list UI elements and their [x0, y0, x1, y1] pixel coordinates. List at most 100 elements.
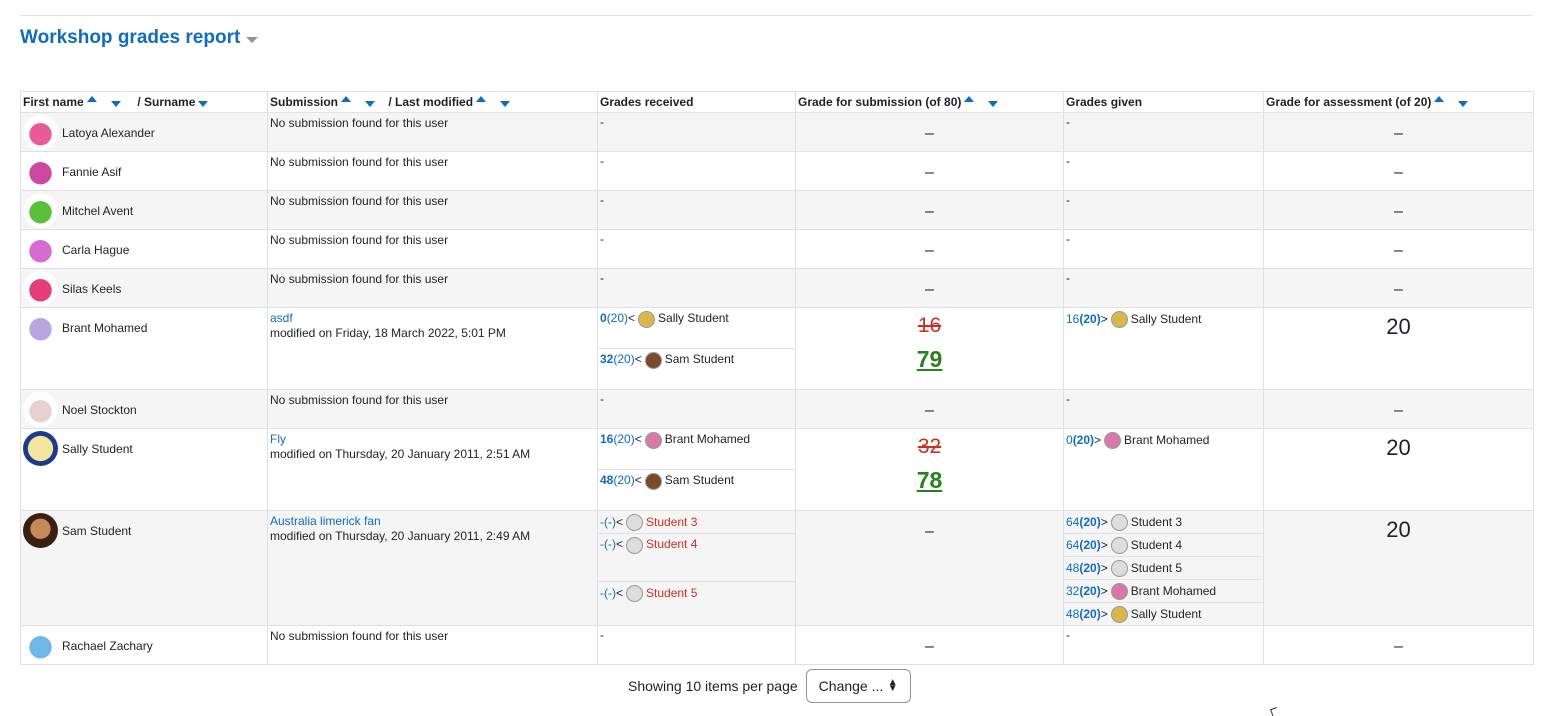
user-name[interactable]: Sally Student: [62, 431, 133, 456]
grade-link[interactable]: 0: [600, 311, 607, 325]
grade-link[interactable]: 64: [1066, 515, 1079, 529]
user-link[interactable]: Sam Student: [665, 473, 734, 487]
user-link[interactable]: Sally Student: [1131, 312, 1202, 326]
sort-desc-icon[interactable]: [198, 101, 209, 107]
submission-cell: No submission found for this user: [267, 229, 598, 269]
grade-link[interactable]: 0: [1066, 433, 1073, 447]
sort-asc-icon[interactable]: [341, 96, 352, 102]
sort-asc-icon[interactable]: [964, 96, 975, 102]
avatar[interactable]: [23, 271, 58, 306]
no-submission-text: No submission found for this user: [270, 629, 449, 643]
sort-asc-icon[interactable]: [1434, 96, 1445, 102]
weight-text: (20): [1079, 538, 1101, 552]
sort-first-name[interactable]: First name: [23, 95, 84, 109]
sort-asc-icon[interactable]: [476, 96, 487, 102]
user-name[interactable]: Sam Student: [62, 513, 131, 538]
received-entry: 48 (20) < Sam Student: [598, 469, 795, 510]
submission-link[interactable]: asdf: [270, 311, 595, 326]
no-submission-text: No submission found for this user: [270, 233, 449, 247]
page-title[interactable]: Workshop grades report: [20, 27, 240, 49]
user-link[interactable]: Brant Mohamed: [665, 432, 750, 446]
user-link[interactable]: Student 4: [1131, 538, 1182, 552]
override-grade[interactable]: 79: [796, 346, 1063, 373]
avatar[interactable]: [23, 193, 58, 228]
sort-surname[interactable]: / Surname: [137, 95, 195, 109]
report-title[interactable]: Workshop grades report: [20, 27, 259, 49]
user-link[interactable]: Brant Mohamed: [1131, 584, 1216, 598]
user-name[interactable]: Rachael Zachary: [62, 628, 153, 653]
user-link[interactable]: Sam Student: [665, 352, 734, 366]
table-row: Fannie Asif No submission found for this …: [20, 151, 1534, 191]
direction-arrow: <: [616, 515, 624, 529]
mouse-cursor-icon: [1270, 707, 1279, 716]
user-block: Silas Keels: [21, 269, 267, 306]
no-submission-text: No submission found for this user: [270, 393, 449, 407]
received-entry: 16 (20) < Brant Mohamed: [598, 429, 795, 469]
sort-grade-assessment[interactable]: Grade for assessment (of 20): [1266, 95, 1431, 109]
avatar[interactable]: [23, 115, 58, 150]
empty-value: -: [600, 628, 604, 642]
empty-value: -: [1066, 115, 1070, 129]
user-cell: Sally Student: [20, 428, 268, 511]
grade-link[interactable]: 16: [1066, 312, 1079, 326]
submission-cell: No submission found for this user: [267, 389, 598, 429]
user-link[interactable]: Brant Mohamed: [1124, 433, 1209, 447]
weight-text: (20): [613, 473, 635, 487]
grade-link[interactable]: 32: [600, 352, 613, 366]
user-name[interactable]: Brant Mohamed: [62, 310, 147, 335]
override-grade[interactable]: 78: [796, 467, 1063, 494]
grade-link[interactable]: 48: [1066, 561, 1079, 575]
user-link[interactable]: Sally Student: [658, 311, 729, 325]
direction-arrow: >: [1094, 433, 1102, 447]
avatar[interactable]: [23, 431, 58, 466]
user-name[interactable]: Mitchel Avent: [62, 193, 133, 218]
grade-link[interactable]: 16: [600, 432, 613, 446]
avatar[interactable]: [23, 310, 58, 345]
submission-link[interactable]: Australia limerick fan: [270, 514, 595, 529]
user-link[interactable]: Student 5: [1131, 561, 1182, 575]
grade-assessment-cell: –: [1263, 625, 1534, 665]
avatar[interactable]: [23, 392, 58, 427]
sort-desc-icon[interactable]: [500, 101, 511, 107]
avatar[interactable]: [23, 513, 58, 548]
user-link[interactable]: Student 5: [646, 586, 697, 600]
grade-link[interactable]: 32: [1066, 584, 1079, 598]
direction-arrow: <: [616, 586, 624, 600]
user-name[interactable]: Silas Keels: [62, 271, 121, 296]
user-name[interactable]: Carla Hague: [62, 232, 129, 257]
submission-cell: No submission found for this user: [267, 151, 598, 191]
empty-value: -: [1066, 193, 1070, 207]
avatar[interactable]: [23, 154, 58, 189]
grades-received-cell: -: [597, 112, 796, 152]
no-submission-text: No submission found for this user: [270, 272, 449, 286]
sort-desc-icon[interactable]: [110, 101, 121, 107]
user-avatar-icon: [638, 311, 656, 328]
grade-link[interactable]: 64: [1066, 538, 1079, 552]
collapse-caret-icon[interactable]: [246, 36, 259, 43]
user-link[interactable]: Sally Student: [1131, 607, 1202, 621]
direction-arrow: >: [1100, 561, 1108, 575]
user-link[interactable]: Student 4: [646, 537, 697, 551]
user-link[interactable]: Student 3: [1131, 515, 1182, 529]
sort-last-modified[interactable]: / Last modified: [388, 95, 473, 109]
sort-desc-icon[interactable]: [365, 101, 376, 107]
user-name[interactable]: Noel Stockton: [62, 392, 137, 417]
sort-asc-icon[interactable]: [86, 96, 97, 102]
user-link[interactable]: Student 3: [646, 515, 697, 529]
avatar[interactable]: [23, 232, 58, 267]
sort-desc-icon[interactable]: [988, 101, 999, 107]
user-cell: Rachael Zachary: [20, 625, 268, 665]
sort-desc-icon[interactable]: [1458, 101, 1469, 107]
user-name[interactable]: Latoya Alexander: [62, 115, 155, 140]
user-name[interactable]: Fannie Asif: [62, 154, 121, 179]
change-per-page-select[interactable]: Change ... ▲ ▼: [805, 669, 911, 703]
received-entry: - (-) < Student 4: [598, 533, 795, 581]
sort-submission[interactable]: Submission: [270, 95, 338, 109]
avatar[interactable]: [23, 628, 58, 663]
sort-grade-submission[interactable]: Grade for submission (of 80): [798, 95, 961, 109]
grade-submission-cell: –: [795, 151, 1064, 191]
user-avatar-icon: [626, 513, 644, 531]
submission-link[interactable]: Fly: [270, 432, 595, 447]
grade-link[interactable]: 48: [600, 473, 613, 487]
grade-link[interactable]: 48: [1066, 607, 1079, 621]
